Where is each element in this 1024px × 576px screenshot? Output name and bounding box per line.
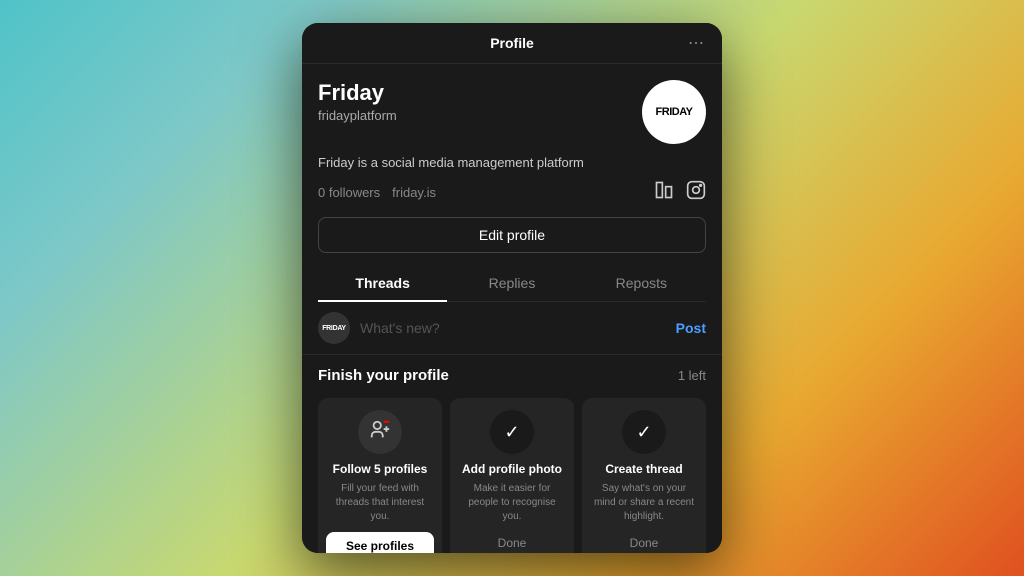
photo-item-desc: Make it easier for people to recognise y… [458, 482, 566, 524]
photo-item-title: Add profile photo [462, 462, 562, 478]
finish-profile-header: Finish your profile 1 left [318, 367, 706, 384]
more-icon: ⋯ [688, 33, 704, 53]
profile-section: Friday fridayplatform FRIDAY Friday is a… [302, 64, 722, 302]
window-title: Profile [490, 35, 534, 51]
profile-bio: Friday is a social media management plat… [318, 154, 706, 172]
profile-header: Friday fridayplatform FRIDAY [318, 80, 706, 144]
profile-tabs: Threads Replies Reposts [318, 265, 706, 302]
profile-social-icons [654, 180, 706, 205]
follow-icon [369, 419, 391, 446]
avatar-text: FRIDAY [656, 106, 693, 118]
profile-link[interactable]: friday.is [392, 185, 436, 200]
thread-item-desc: Say what's on your mind or share a recen… [590, 482, 698, 524]
thread-check-icon: ✓ [636, 422, 651, 443]
post-button[interactable]: Post [676, 320, 706, 336]
post-avatar-text: FRIDAY [322, 325, 346, 332]
thread-icon-wrap: ✓ [622, 410, 666, 454]
see-profiles-button[interactable]: See profiles [326, 532, 434, 553]
post-input-area: FRIDAY What's new? Post [302, 302, 722, 355]
photo-check-icon: ✓ [504, 422, 519, 443]
profile-avatar: FRIDAY [642, 80, 706, 144]
tab-replies[interactable]: Replies [447, 265, 576, 301]
tab-threads[interactable]: Threads [318, 265, 447, 301]
window-header: Profile ⋯ [302, 23, 722, 64]
edit-profile-button[interactable]: Edit profile [318, 217, 706, 253]
chart-icon[interactable] [654, 180, 674, 205]
finish-profile-items: Follow 5 profiles Fill your feed with th… [318, 398, 706, 553]
finish-profile-title: Finish your profile [318, 367, 449, 384]
profile-followers: 0 followers [318, 185, 380, 200]
window-content: Friday fridayplatform FRIDAY Friday is a… [302, 64, 722, 553]
photo-done-label: Done [498, 536, 527, 550]
profile-info: Friday fridayplatform [318, 80, 642, 123]
post-placeholder[interactable]: What's new? [360, 320, 676, 336]
finish-profile-section: Finish your profile 1 left [302, 355, 722, 553]
follow-icon-wrap [358, 410, 402, 454]
photo-icon-wrap: ✓ [490, 410, 534, 454]
instagram-icon[interactable] [686, 180, 706, 205]
finish-profile-count: 1 left [678, 368, 706, 383]
app-window: Profile ⋯ Friday fridayplatform FRIDAY F… [302, 23, 722, 553]
header-more-button[interactable]: ⋯ [682, 29, 710, 57]
follow-item-desc: Fill your feed with threads that interes… [326, 482, 434, 524]
tab-reposts[interactable]: Reposts [577, 265, 706, 301]
profile-handle: fridayplatform [318, 108, 642, 123]
finish-item-follow: Follow 5 profiles Fill your feed with th… [318, 398, 442, 553]
profile-meta: 0 followers friday.is [318, 180, 706, 205]
follow-item-title: Follow 5 profiles [333, 462, 428, 478]
thread-done-label: Done [630, 536, 659, 550]
finish-item-photo: ✓ Add profile photo Make it easier for p… [450, 398, 574, 553]
profile-name: Friday [318, 80, 642, 106]
finish-item-thread: ✓ Create thread Say what's on your mind … [582, 398, 706, 553]
thread-item-title: Create thread [605, 462, 682, 478]
post-input-avatar: FRIDAY [318, 312, 350, 344]
